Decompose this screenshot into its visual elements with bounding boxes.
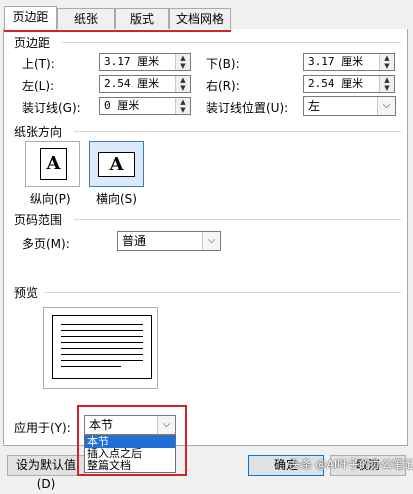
tab-margins[interactable]: 页边距 bbox=[4, 6, 57, 30]
left-margin-label: 左(L): bbox=[22, 79, 55, 93]
spin-down-icon[interactable]: ▼ bbox=[176, 84, 190, 92]
page-range-section-title: 页码范围 bbox=[14, 213, 63, 227]
portrait-option[interactable]: A bbox=[25, 141, 80, 187]
apply-to-label: 应用于(Y): bbox=[14, 421, 71, 435]
preview-text-line bbox=[61, 330, 143, 331]
preview-text-line bbox=[61, 324, 143, 325]
landscape-label: 横向(S) bbox=[96, 192, 137, 206]
spin-down-icon[interactable]: ▼ bbox=[380, 62, 394, 70]
spin-up-icon[interactable]: ▲ bbox=[176, 76, 190, 84]
spin-down-icon[interactable]: ▼ bbox=[176, 62, 190, 70]
tab-layout[interactable]: 版式 bbox=[115, 8, 169, 29]
divider bbox=[62, 42, 401, 43]
right-margin-label: 右(R): bbox=[206, 79, 240, 93]
preview-text-line bbox=[61, 348, 143, 349]
right-margin-spinner[interactable]: 2.54 厘米 ▲ ▼ bbox=[303, 75, 395, 93]
margins-section-title: 页边距 bbox=[14, 36, 51, 50]
gutter-label: 装订线(G): bbox=[22, 101, 81, 115]
top-margin-spinner[interactable]: 3.17 厘米 ▲ ▼ bbox=[99, 53, 191, 71]
tabs-highlight-underline bbox=[4, 30, 231, 32]
preview-text-line bbox=[61, 336, 143, 337]
gutter-spinner[interactable]: 0 厘米 ▲ ▼ bbox=[99, 97, 191, 115]
preview-text-line bbox=[61, 354, 143, 355]
gutter-position-value: 左 bbox=[308, 99, 321, 113]
bottom-margin-label: 下(B): bbox=[206, 57, 240, 71]
left-margin-spinner[interactable]: 2.54 厘米 ▲ ▼ bbox=[99, 75, 191, 93]
landscape-page-icon: A bbox=[98, 152, 135, 177]
multiple-pages-label: 多页(M): bbox=[22, 237, 70, 251]
divider bbox=[44, 292, 401, 293]
left-margin-spin-buttons[interactable]: ▲ ▼ bbox=[175, 76, 190, 92]
spin-down-icon[interactable]: ▼ bbox=[380, 84, 394, 92]
gutter-position-select[interactable]: 左 ⌵ bbox=[303, 96, 396, 116]
landscape-option[interactable]: A bbox=[89, 141, 144, 187]
preview-text-line bbox=[61, 342, 143, 343]
top-margin-spin-buttons[interactable]: ▲ ▼ bbox=[175, 54, 190, 70]
chevron-down-icon[interactable]: ⌵ bbox=[377, 97, 395, 115]
set-default-button[interactable]: 设为默认值(D) bbox=[7, 455, 85, 491]
gutter-spin-buttons[interactable]: ▲ ▼ bbox=[175, 98, 190, 114]
gutter-position-label: 装订线位置(U): bbox=[206, 101, 289, 115]
chevron-down-icon[interactable]: ⌵ bbox=[202, 232, 220, 250]
watermark-text: 头条 @AI叶子的办公笔记 bbox=[290, 458, 413, 471]
orientation-section-title: 纸张方向 bbox=[14, 125, 63, 139]
preview-text-line bbox=[61, 360, 143, 361]
tab-document-grid[interactable]: 文档网格 bbox=[169, 8, 231, 29]
bottom-margin-value: 3.17 厘米 bbox=[308, 55, 364, 68]
multiple-pages-value: 普通 bbox=[122, 234, 147, 248]
spin-up-icon[interactable]: ▲ bbox=[176, 98, 190, 106]
divider bbox=[74, 131, 401, 132]
multiple-pages-select[interactable]: 普通 ⌵ bbox=[117, 231, 221, 251]
preview-text-line bbox=[61, 366, 121, 367]
gutter-value: 0 厘米 bbox=[104, 99, 140, 112]
bottom-margin-spin-buttons[interactable]: ▲ ▼ bbox=[379, 54, 394, 70]
preview-box bbox=[43, 307, 158, 389]
preview-section-title: 预览 bbox=[14, 286, 39, 300]
spin-down-icon[interactable]: ▼ bbox=[176, 106, 190, 114]
bottom-margin-spinner[interactable]: 3.17 厘米 ▲ ▼ bbox=[303, 53, 395, 71]
right-margin-spin-buttons[interactable]: ▲ ▼ bbox=[379, 76, 394, 92]
annotation-highlight-box bbox=[77, 405, 187, 476]
left-margin-value: 2.54 厘米 bbox=[104, 77, 160, 90]
right-margin-value: 2.54 厘米 bbox=[308, 77, 364, 90]
divider bbox=[74, 219, 401, 220]
spin-up-icon[interactable]: ▲ bbox=[380, 54, 394, 62]
spin-up-icon[interactable]: ▲ bbox=[380, 76, 394, 84]
preview-page bbox=[52, 315, 152, 379]
spin-up-icon[interactable]: ▲ bbox=[176, 54, 190, 62]
top-margin-label: 上(T): bbox=[22, 57, 55, 71]
top-margin-value: 3.17 厘米 bbox=[104, 55, 160, 68]
portrait-label: 纵向(P) bbox=[30, 192, 71, 206]
tab-paper[interactable]: 纸张 bbox=[57, 8, 115, 29]
portrait-page-icon: A bbox=[40, 148, 67, 180]
